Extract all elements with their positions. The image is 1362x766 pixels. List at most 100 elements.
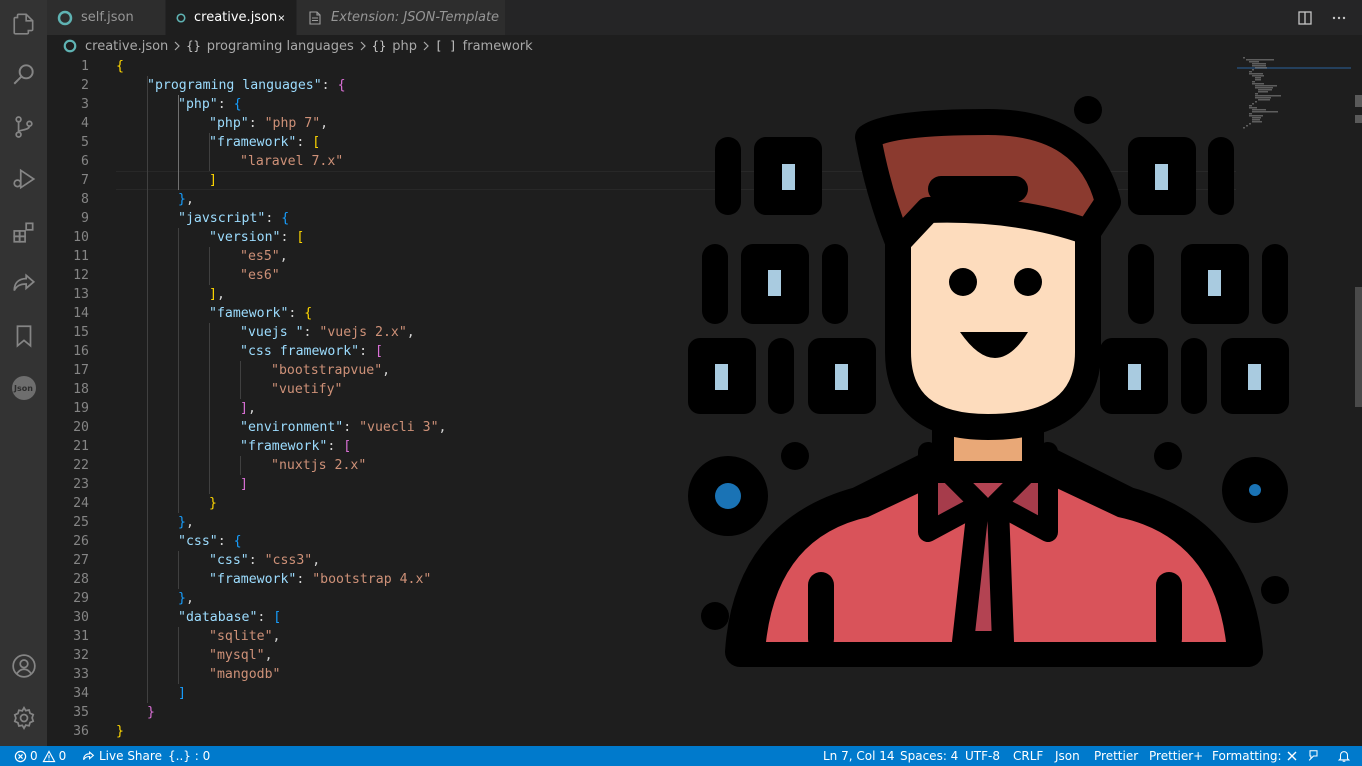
code-text: }, [178, 589, 194, 608]
feedback-button[interactable] [1306, 746, 1324, 766]
code-token: "sqlite" [209, 629, 273, 644]
line-number: 24 [73, 496, 89, 511]
breadcrumb-item-framework[interactable]: [ ] framework [435, 39, 533, 54]
cursor-position[interactable]: Ln 7, Col 14 [823, 746, 895, 766]
json-badge: Json [11, 376, 36, 400]
code-token: [ [343, 439, 352, 454]
scrollbar-thumb[interactable] [1355, 287, 1362, 407]
code-token: : [265, 211, 282, 226]
code-text: "php": "php 7", [209, 114, 328, 133]
line-number: 15 [73, 325, 89, 340]
code-token: : [343, 420, 360, 435]
eol-label: CRLF [1013, 749, 1044, 763]
code-text: "sqlite", [209, 627, 280, 646]
code-token: "javscript" [178, 211, 266, 226]
source-control-icon[interactable] [0, 103, 47, 151]
tab-extension-json-template[interactable]: Extension: JSON-Template [297, 0, 506, 35]
indent-guide [209, 247, 210, 285]
search-icon[interactable] [0, 50, 47, 98]
code-text: "php": { [178, 95, 242, 114]
code-line[interactable]: 35} [47, 703, 1237, 722]
code-text: "programing languages": { [147, 76, 346, 95]
code-line[interactable]: 1{ [47, 57, 1237, 76]
vertical-scrollbar[interactable] [1352, 57, 1362, 746]
encoding-selector[interactable]: UTF-8 [965, 746, 1000, 766]
prettier-status[interactable]: Prettier [1094, 746, 1138, 766]
code-token: "mangodb" [209, 667, 281, 682]
breadcrumb-item-programing-languages[interactable]: {} programing languages [186, 39, 353, 54]
account-icon[interactable] [0, 642, 47, 690]
eol-selector[interactable]: CRLF [1013, 746, 1043, 766]
indent-guide [240, 456, 241, 475]
close-icon[interactable] [277, 11, 286, 25]
files-icon[interactable] [0, 0, 47, 48]
line-number: 16 [73, 344, 89, 359]
editor-actions [1297, 0, 1347, 35]
code-token: "nuxtjs 2.x" [271, 458, 367, 473]
line-number: 4 [81, 116, 89, 131]
code-token: , [185, 515, 194, 530]
code-token: "programing languages" [147, 78, 322, 93]
code-token: } [209, 496, 217, 511]
feedback-icon [1308, 750, 1318, 761]
code-token: : [303, 325, 320, 340]
code-token: "version" [209, 230, 281, 245]
formatting-toggle[interactable]: Formatting: [1212, 746, 1301, 766]
code-token: : [288, 306, 305, 321]
status-bar: 0 0 Live Share {..} : 0 Ln 7, Col 14 Spa… [0, 746, 1362, 766]
breadcrumb-item-php[interactable]: {} php [372, 39, 417, 54]
code-text: ] [209, 171, 217, 190]
indentation-selector[interactable]: Spaces: 4 [900, 746, 958, 766]
extensions-icon[interactable] [0, 208, 47, 256]
indent-guide [178, 627, 179, 684]
split-editor-icon[interactable] [1297, 10, 1313, 26]
code-text: "famework": { [209, 304, 312, 323]
code-token: , [247, 401, 256, 416]
code-line[interactable]: 34] [47, 684, 1237, 703]
code-text: "css": "css3", [209, 551, 320, 570]
code-text: "framework": [ [209, 133, 320, 152]
code-token: "php" [209, 116, 249, 131]
code-token: "vuejs " [240, 325, 304, 340]
more-actions-icon[interactable] [1331, 10, 1347, 26]
code-token: "css" [209, 553, 249, 568]
tab-creative-json[interactable]: creative.json [166, 0, 297, 35]
run-debug-icon[interactable] [0, 155, 47, 203]
settings-gear-icon[interactable] [0, 694, 47, 742]
object-icon: {} [371, 39, 387, 53]
tab-self-json[interactable]: self.json [47, 0, 166, 35]
language-mode-selector[interactable]: Json [1055, 746, 1080, 766]
line-number: 29 [73, 591, 89, 606]
code-token: "es6" [240, 268, 280, 283]
code-text: "javscript": { [178, 209, 289, 228]
error-count: 0 [30, 749, 38, 763]
notifications-button[interactable] [1337, 746, 1354, 766]
code-token: , [406, 325, 415, 340]
prettier-plus-status[interactable]: Prettier+ [1149, 746, 1203, 766]
json-icon[interactable]: Json [0, 364, 47, 412]
code-text: ] [240, 475, 248, 494]
code-text: { [116, 57, 124, 76]
developer-avatar-image [688, 96, 1289, 667]
code-token: "bootstrap 4.x" [312, 572, 432, 587]
code-token: { [304, 306, 313, 321]
indent-guide [209, 323, 210, 494]
breadcrumb-file[interactable]: creative.json [63, 39, 168, 54]
line-number: 23 [73, 477, 89, 492]
json-count-indicator[interactable]: {..} : 0 [168, 746, 210, 766]
tab-label: creative.json [193, 10, 278, 25]
line-number: 20 [73, 420, 89, 435]
code-text: "database": [ [178, 608, 281, 627]
code-text: "mangodb" [209, 665, 280, 684]
live-share-button[interactable]: Live Share [81, 746, 162, 766]
code-text: "es6" [240, 266, 280, 285]
language-label: Json [1055, 749, 1080, 763]
code-line[interactable]: 36} [47, 722, 1237, 741]
array-icon: [ ] [434, 39, 457, 53]
indent-guide [147, 76, 148, 703]
activity-bar: Json [0, 0, 47, 746]
bookmarks-icon[interactable] [0, 312, 47, 360]
line-number: 10 [73, 230, 89, 245]
live-share-icon[interactable] [0, 260, 47, 308]
problems-indicator[interactable]: 0 0 [14, 746, 66, 766]
